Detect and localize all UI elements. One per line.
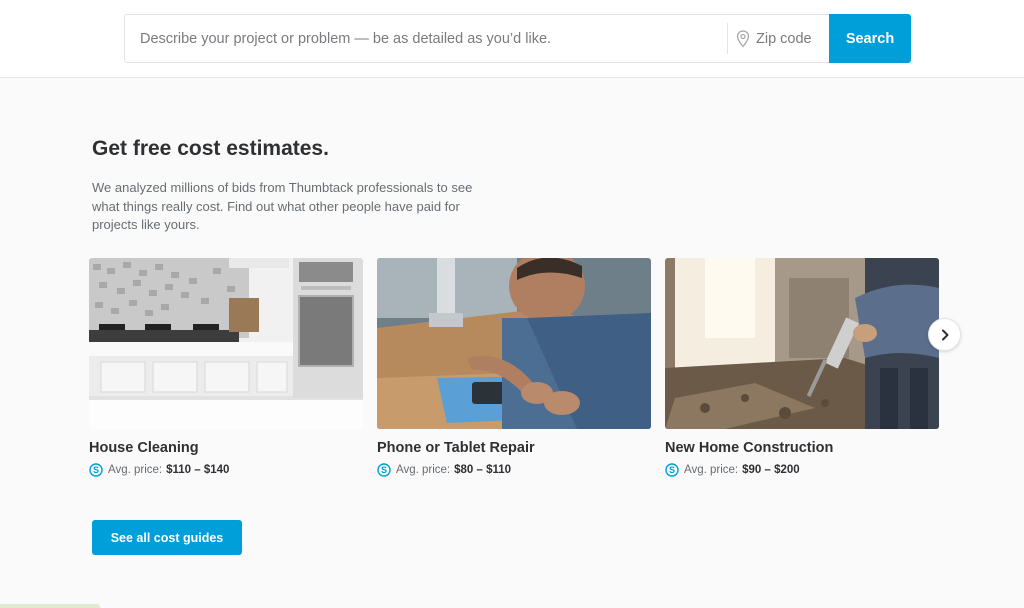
card-title: House Cleaning bbox=[89, 440, 199, 456]
dollar-circle-icon: S bbox=[377, 463, 391, 477]
carousel-next-button[interactable] bbox=[928, 318, 961, 351]
card-price: S Avg. price: $110 – $140 bbox=[89, 462, 363, 478]
search-button[interactable]: Search bbox=[829, 14, 911, 63]
card-image-kitchen bbox=[89, 258, 363, 429]
zip-field-wrapper bbox=[728, 15, 830, 62]
see-all-cost-guides-button[interactable]: See all cost guides bbox=[92, 520, 242, 555]
dollar-circle-icon: S bbox=[665, 463, 679, 477]
dollar-circle-icon: S bbox=[89, 463, 103, 477]
svg-text:S: S bbox=[381, 465, 387, 475]
card-price: S Avg. price: $80 – $110 bbox=[377, 462, 651, 478]
section-heading: Get free cost estimates. bbox=[92, 137, 329, 160]
bottom-corner-strip bbox=[0, 604, 100, 608]
search-bar: Search bbox=[124, 14, 911, 63]
project-search-input[interactable] bbox=[125, 15, 727, 62]
price-range: $80 – $110 bbox=[454, 464, 512, 476]
card-image-repair bbox=[377, 258, 651, 429]
price-range: $110 – $140 bbox=[166, 464, 230, 476]
price-range: $90 – $200 bbox=[742, 464, 800, 476]
svg-text:S: S bbox=[93, 465, 99, 475]
price-label: Avg. price: bbox=[684, 464, 739, 476]
map-pin-icon bbox=[736, 30, 750, 48]
cost-guide-card-phone-repair[interactable]: Phone or Tablet Repair S Avg. price: $80… bbox=[377, 258, 651, 478]
top-bar: Search bbox=[0, 0, 1024, 78]
zip-code-input[interactable] bbox=[754, 15, 830, 62]
svg-text:S: S bbox=[669, 465, 675, 475]
price-label: Avg. price: bbox=[108, 464, 163, 476]
card-title: New Home Construction bbox=[665, 440, 834, 456]
section-description: We analyzed millions of bids from Thumbt… bbox=[92, 180, 473, 232]
price-label: Avg. price: bbox=[396, 464, 451, 476]
card-title: Phone or Tablet Repair bbox=[377, 440, 535, 456]
cost-guide-card-home-construction[interactable]: New Home Construction S Avg. price: $90 … bbox=[665, 258, 939, 478]
card-image-construction bbox=[665, 258, 939, 429]
chevron-right-icon bbox=[942, 329, 949, 341]
cost-guide-card-house-cleaning[interactable]: House Cleaning S Avg. price: $110 – $140 bbox=[89, 258, 363, 478]
card-price: S Avg. price: $90 – $200 bbox=[665, 462, 939, 478]
